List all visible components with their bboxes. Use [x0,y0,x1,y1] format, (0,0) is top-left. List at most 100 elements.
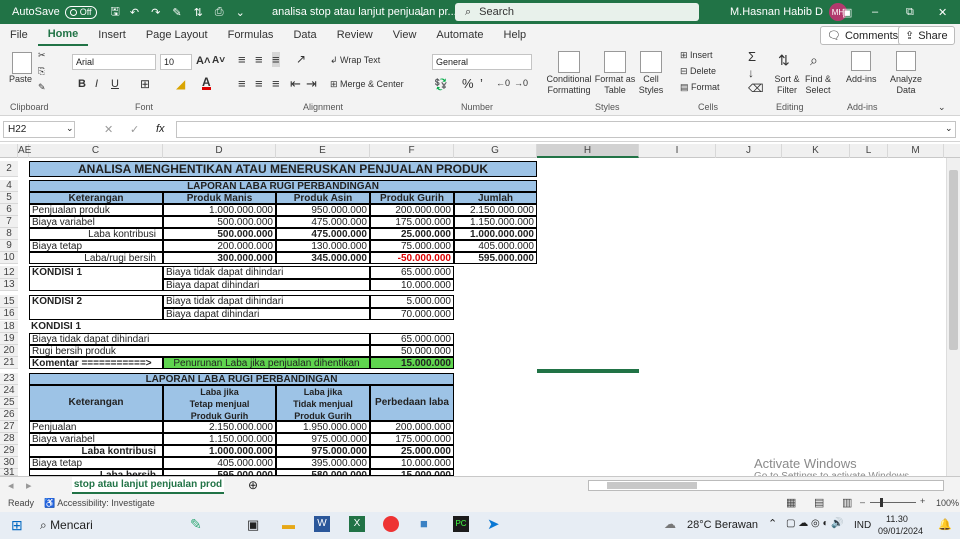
chevron-down-icon[interactable]: ⌄ [945,123,953,134]
chevron-down-icon[interactable]: ⌄ [418,6,427,19]
conditional-formatting-button[interactable]: Conditional Formatting [544,74,594,96]
table1-cell[interactable]: 175.000.000 [370,216,454,228]
table1-cell[interactable]: Penjualan produk [29,204,163,216]
table1-cell[interactable]: 405.000.000 [454,240,537,252]
scrollbar-thumb[interactable] [949,170,958,350]
analyze-data-button[interactable]: Analyze Data [889,74,923,96]
minimize-icon[interactable]: – [872,6,878,18]
sort-icon[interactable]: ⇅ [194,6,203,19]
windows-start-icon[interactable]: ⊞ [11,517,23,534]
page-break-icon[interactable]: ▥ [842,496,852,509]
tab-data[interactable]: Data [283,29,326,41]
vertical-scrollbar[interactable] [946,158,960,476]
table2-cell[interactable]: 200.000.000 [370,421,454,433]
tab-help[interactable]: Help [494,29,537,41]
kondisi2-b-label[interactable]: Biaya dapat dihindari [163,308,370,320]
tab-formulas[interactable]: Formulas [218,29,284,41]
kondisi2-a-label[interactable]: Biaya tidak dapat dihindari [163,295,370,308]
language-indicator[interactable]: IND [854,520,871,531]
sheet-tab[interactable]: stop atau lanjut penjualan prod [72,477,224,494]
table1-cell[interactable]: 500.000.000 [163,228,276,240]
normal-view-icon[interactable]: ▦ [786,496,796,509]
table1-cell[interactable]: 475.000.000 [276,228,370,240]
table1-cell[interactable]: 25.000.000 [370,228,454,240]
row-header-12[interactable]: 12 [0,266,18,279]
table1-cell[interactable]: 1.150.000.000 [454,216,537,228]
document-title[interactable]: analisa stop atau lanjut penjualan pr... [272,6,457,18]
kondisi2-label[interactable]: KONDISI 2 [29,295,163,320]
column-header-i[interactable]: I [639,144,716,158]
percent-icon[interactable]: % [462,76,474,91]
analysis-a-value[interactable]: 65.000.000 [370,333,454,345]
word-icon[interactable]: W [314,516,330,532]
increase-indent-icon[interactable]: ⇥ [306,76,317,92]
table1-cell[interactable]: 475.000.000 [276,216,370,228]
align-top-icon[interactable]: ≡ [238,52,246,67]
row-header-16[interactable]: 16 [0,308,18,320]
table2-header-perbedaan[interactable]: Perbedaan laba [370,385,454,421]
borders-icon[interactable]: ⊞ [140,77,150,91]
table1-cell[interactable]: 200.000.000 [163,240,276,252]
analysis-b-value[interactable]: 50.000.000 [370,345,454,357]
comments-button[interactable]: 🗨 Comments [820,26,906,45]
format-painter-icon[interactable]: ✎ [172,6,181,19]
table1-header-jumlah[interactable]: Jumlah [454,192,537,204]
column-header-h[interactable]: H [537,144,639,158]
row-header-23[interactable]: 23 [0,373,18,385]
table2-cell[interactable]: 2.150.000.000 [163,421,276,433]
table1-cell[interactable]: 950.000.000 [276,204,370,216]
table2-header-tidak[interactable]: Laba jika Tidak menjual Produk Gurih [276,385,370,421]
number-format-select[interactable]: General [432,54,532,70]
analysis-label[interactable]: KONDISI 1 [29,321,163,333]
kondisi1-a-value[interactable]: 65.000.000 [370,266,454,279]
accounting-icon[interactable]: 💱 [434,78,448,91]
underline-button[interactable]: U [111,78,119,90]
table1-cell[interactable]: Biaya variabel [29,216,163,228]
table1-header-gurih[interactable]: Produk Gurih [370,192,454,204]
store-icon[interactable]: ■ [420,516,428,531]
chevron-down-icon[interactable]: ⌄ [66,123,74,134]
table1-header-asin[interactable]: Produk Asin [276,192,370,204]
table2-cell[interactable]: 1.950.000.000 [276,421,370,433]
accessibility-status[interactable]: ♿ Accessibility: Investigate [44,498,155,509]
kondisi2-a-value[interactable]: 5.000.000 [370,295,454,308]
row-header-31[interactable]: 31 [0,468,18,478]
column-header-l[interactable]: L [850,144,888,158]
row-header-24[interactable]: 24 [0,385,18,397]
copy-icon[interactable]: ⎘ [38,66,45,77]
row-header-9[interactable]: 9 [0,240,18,252]
table1-cell[interactable]: -50.000.000 [370,252,454,264]
add-sheet-icon[interactable]: ⊕ [248,478,258,492]
table1-cell[interactable]: 1.000.000.000 [163,204,276,216]
bold-button[interactable]: B [78,78,86,90]
row-header-27[interactable]: 27 [0,421,18,433]
add-ins-button[interactable]: Add-ins [846,74,877,84]
autosave-toggle[interactable]: Off [64,5,97,19]
decrease-decimal-icon[interactable]: →0 [514,78,528,88]
row-header-15[interactable]: 15 [0,295,18,308]
table1-cell[interactable]: 595.000.000 [454,252,537,264]
row-header-7[interactable]: 7 [0,216,18,228]
row-header-26[interactable]: 26 [0,409,18,421]
zoom-in-icon[interactable]: + [920,496,925,506]
row-header-4[interactable]: 4 [0,180,18,192]
table1-cell[interactable]: 1.000.000.000 [454,228,537,240]
comment-label[interactable]: Komentar ===========> [29,357,163,369]
row-header-8[interactable]: 8 [0,228,18,240]
column-header-g[interactable]: G [454,144,537,158]
tab-automate[interactable]: Automate [426,29,493,41]
collapse-ribbon-icon[interactable]: ⌄ [938,102,946,113]
notification-icon[interactable]: 🔔 [938,518,952,531]
chrome-icon[interactable] [383,516,399,532]
comment-text[interactable]: Penurunan Laba jika penjualan dihentikan [163,357,370,369]
table2-cell[interactable]: 975.000.000 [276,445,370,457]
align-middle-icon[interactable]: ≡ [255,52,263,67]
search-box[interactable]: ⌕ Search [455,3,699,21]
table1-header-keterangan[interactable]: Keterangan [29,192,163,204]
merge-center-button[interactable]: ⊞ Merge & Center [330,79,404,90]
column-header-e[interactable]: E [276,144,370,158]
table2-cell[interactable]: 175.000.000 [370,433,454,445]
row-header-5[interactable]: 5 [0,192,18,204]
row-header-10[interactable]: 10 [0,252,18,264]
decrease-indent-icon[interactable]: ⇤ [290,76,301,92]
